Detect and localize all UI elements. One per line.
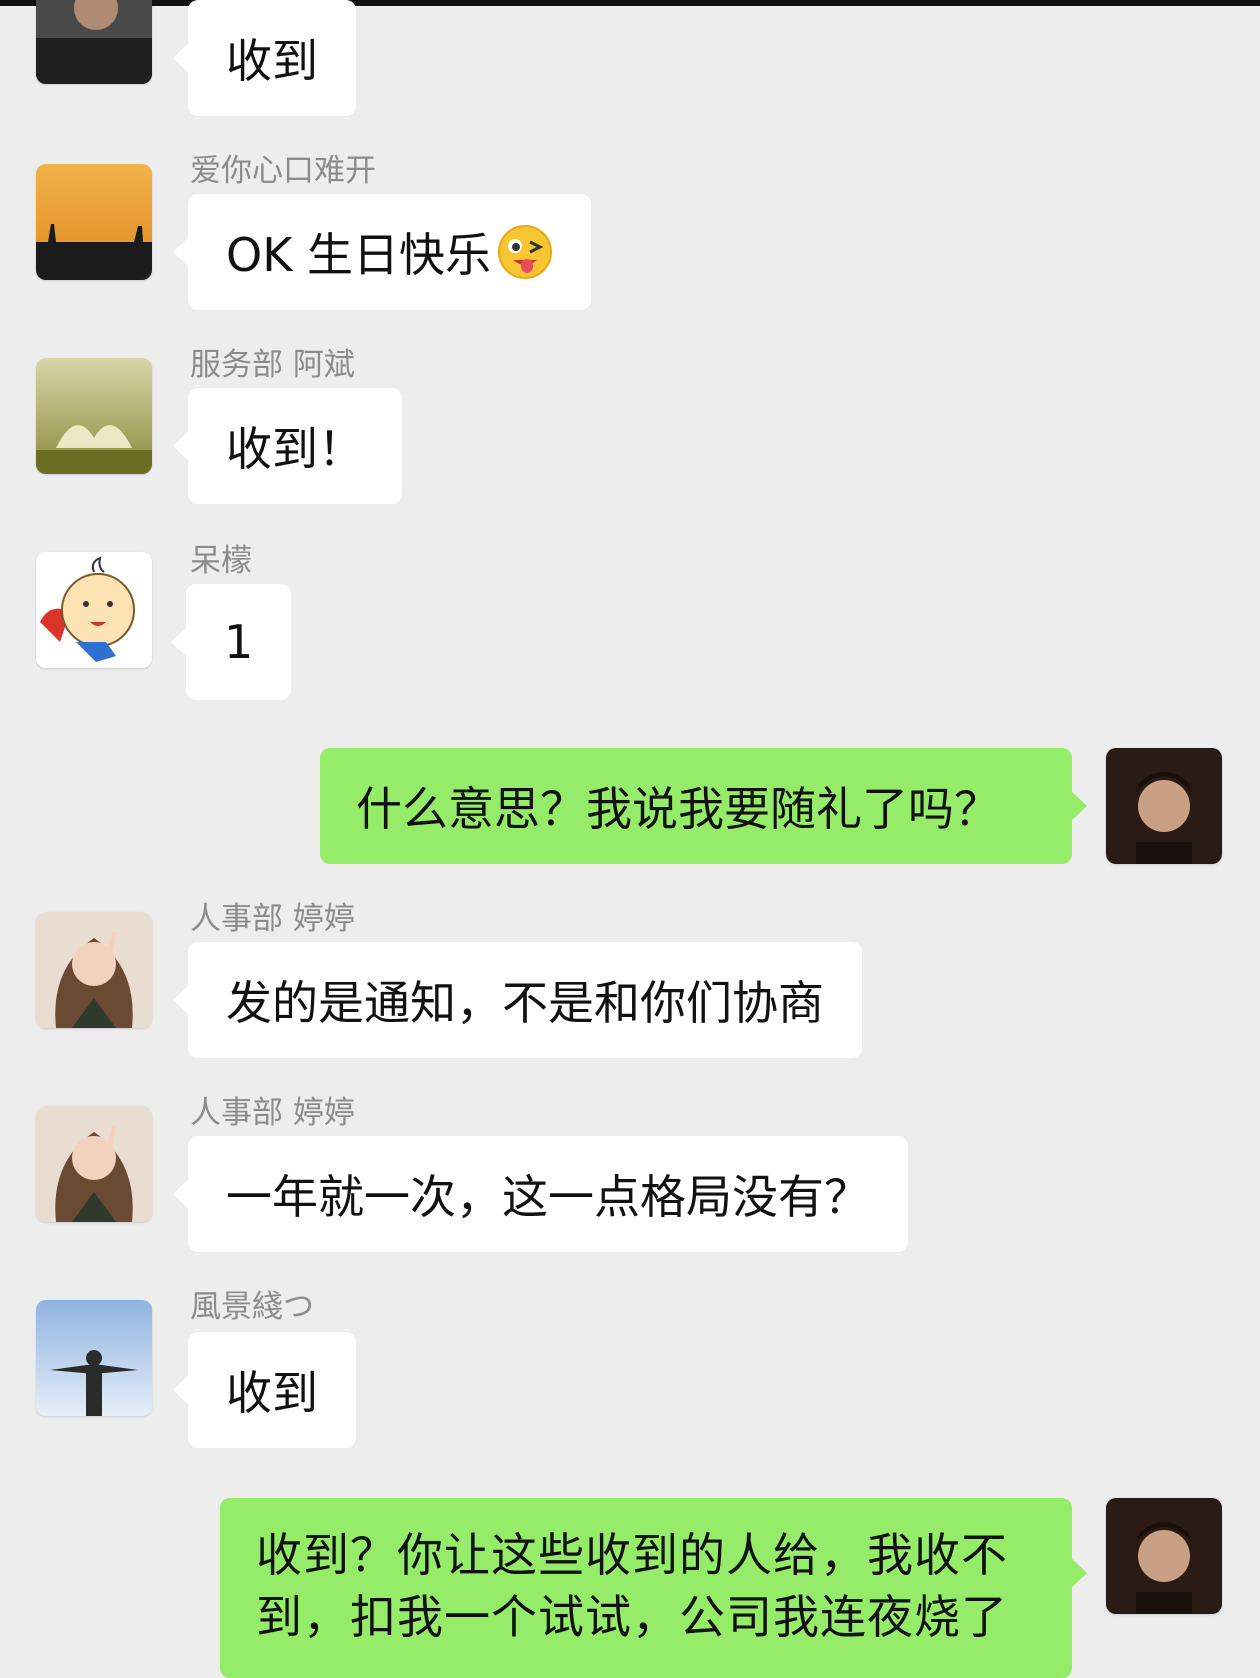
message-bubble[interactable]: 一年就一次，这一点格局没有？ bbox=[173, 1136, 908, 1252]
message-text: 发的是通知，不是和你们协商 bbox=[226, 976, 824, 1030]
message-bubble[interactable]: 收到 bbox=[173, 0, 356, 116]
message-bubble[interactable]: 收到！ bbox=[173, 388, 402, 504]
sender-name: 服务部 阿斌 bbox=[190, 347, 355, 383]
avatar-book-landscape[interactable] bbox=[36, 358, 152, 474]
message-bubble[interactable]: 1 bbox=[170, 584, 292, 700]
message-bubble[interactable]: 什么意思？我说我要随礼了吗？ bbox=[320, 748, 1087, 864]
winking-tongue-emoji bbox=[497, 224, 553, 280]
avatar-self-portrait[interactable] bbox=[1106, 748, 1222, 864]
avatar-woman-peace-sign[interactable] bbox=[36, 912, 152, 1028]
message-text: 一年就一次，这一点格局没有？ bbox=[226, 1170, 870, 1224]
avatar-cartoon-superboy[interactable] bbox=[36, 552, 152, 668]
avatar-man-dark-shirt[interactable] bbox=[36, 0, 152, 84]
sender-name: 人事部 婷婷 bbox=[190, 901, 355, 937]
avatar-woman-peace-sign[interactable] bbox=[36, 1106, 152, 1222]
message-text: 1 bbox=[224, 615, 254, 669]
message-bubble[interactable]: 发的是通知，不是和你们协商 bbox=[173, 942, 862, 1058]
message-bubble[interactable]: 收到 bbox=[173, 1332, 356, 1448]
sender-name: 呆檬 bbox=[190, 543, 252, 579]
message-bubble[interactable]: OK 生日快乐 bbox=[173, 194, 591, 310]
message-text: OK 生日快乐 bbox=[226, 228, 491, 282]
message-text: 收到 bbox=[226, 34, 318, 88]
message-bubble[interactable]: 收到？你让这些收到的人给，我收不到，扣我一个试试，公司我连夜烧了 bbox=[220, 1498, 1087, 1678]
message-text: 什么意思？我说我要随礼了吗？ bbox=[356, 782, 1000, 836]
sender-name: 人事部 婷婷 bbox=[190, 1095, 355, 1131]
avatar-man-open-arms-sky[interactable] bbox=[36, 1300, 152, 1416]
avatar-sunset-silhouettes[interactable] bbox=[36, 164, 152, 280]
sender-name: 風景綫つ bbox=[190, 1289, 314, 1325]
avatar-self-portrait[interactable] bbox=[1106, 1498, 1222, 1614]
message-text: 收到 bbox=[226, 1366, 318, 1420]
sender-name: 爱你心口难开 bbox=[190, 153, 376, 189]
message-text: 收到？你让这些收到的人给，我收不到，扣我一个试试，公司我连夜烧了 bbox=[256, 1528, 1008, 1644]
message-text: 收到！ bbox=[226, 422, 364, 476]
